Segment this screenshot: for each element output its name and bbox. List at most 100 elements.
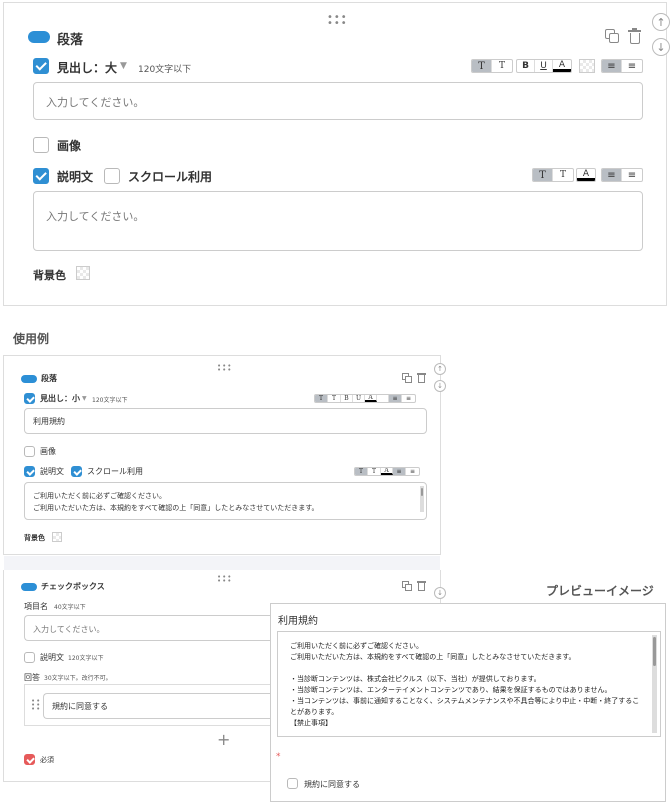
scroll-checkbox[interactable] [104,168,120,184]
required-mark: * [276,752,281,762]
description-label: 説明文 [40,467,64,476]
bg-swatch-button[interactable] [579,59,595,73]
textarea-line-1: ご利用いただく前に必ずご確認ください。 [33,492,166,500]
preview-scrollbar[interactable] [652,635,657,733]
align-toolbar: ≡ ≡ [601,59,643,73]
desc-align-toolbar: ≡ ≡ [601,168,643,182]
preview-text: ご利用いただく前に必ずご確認ください。 ご利用いただいた方は、本規約をすべて確認… [290,641,645,729]
description-textarea[interactable]: 入力してください。 [33,191,643,251]
trash-icon[interactable] [417,580,426,591]
answer-row: •• •• •• 規約に同意する [24,684,275,726]
preview-line: ご利用いただく前に必ずご確認ください。 [290,642,423,650]
preview-title: プレビューイメージ [546,584,654,598]
heading-checkbox[interactable] [33,58,49,74]
required-checkbox[interactable] [24,754,35,765]
align-left-button[interactable]: ≡ [393,468,406,475]
copy-icon[interactable] [402,373,412,383]
move-up-icon[interactable]: ↑ [652,13,670,31]
move-down-icon[interactable]: ↓ [652,38,670,56]
preview-line [290,663,645,674]
image-checkbox[interactable] [33,137,49,153]
text-color-button[interactable]: A [381,468,393,475]
description-checkbox[interactable] [24,652,35,663]
image-label: 画像 [40,447,56,456]
description-checkbox[interactable] [24,466,35,477]
underline-button[interactable]: U [353,395,365,402]
scroll-checkbox[interactable] [71,466,82,477]
chevron-down-icon[interactable]: ▼ [120,61,127,71]
preview-line: ご利用いただいた方は、本規約をすべて確認の上「同意」したとみなさせていただきます… [290,653,576,661]
description-limit: 120文字以下 [68,655,104,662]
description-textarea[interactable]: ご利用いただく前に必ずご確認ください。 ご利用いただいた方は、本規約をすべて確認… [24,482,427,520]
trash-icon[interactable] [417,372,426,383]
section-toggle[interactable] [21,583,37,591]
heading-label: 見出し：小 [40,394,80,403]
bg-color-label: 背景色 [33,269,66,282]
trash-icon[interactable] [628,28,641,44]
scroll-label: スクロール利用 [87,467,143,476]
chevron-down-icon[interactable]: ▼ [82,395,87,402]
bold-button[interactable]: B [341,395,353,402]
preview-content-box[interactable]: ご利用いただく前に必ずご確認ください。 ご利用いただいた方は、本規約をすべて確認… [277,631,661,737]
description-label: 説明文 [40,653,64,662]
move-up-icon[interactable]: ↑ [434,363,446,375]
row-drag-icon[interactable]: •• •• •• [31,698,41,713]
preview-line: ・当コンテンツは、事前に通知することなく、システムメンテナンスや不具合等により中… [290,697,640,716]
align-center-button[interactable]: ≡ [406,468,419,475]
agree-label: 規約に同意する [304,780,360,789]
desc-text-color-button[interactable]: A [577,169,595,181]
move-down-icon[interactable]: ↓ [434,587,446,599]
section-toggle[interactable] [21,375,37,383]
answer-label: 回答 [24,673,40,682]
font-large-button[interactable]: T [472,60,492,72]
usage-title: 使用例 [13,332,50,346]
answer-input[interactable]: 規約に同意する [43,693,275,719]
underline-button[interactable]: U [535,60,553,72]
heading-limit-note: 120文字以下 [92,397,128,404]
desc-align-left-button[interactable]: ≡ [602,169,622,181]
usage-paragraph-panel: ••• ••• 段落 ↑ ↓ 見出し：小 ▼ 120文字以下 T T B U A … [3,355,446,555]
text-color-button[interactable]: A [365,395,377,402]
image-checkbox[interactable] [24,446,35,457]
add-answer-button[interactable]: + [217,730,230,749]
agree-checkbox[interactable] [287,778,298,789]
heading-format-toolbar: T T [471,59,513,73]
required-label: 必須 [40,756,54,764]
desc-font-small-button[interactable]: T [553,169,573,181]
font-small-button[interactable]: T [368,468,381,475]
heading-input[interactable]: 利用規約 [24,408,427,434]
desc-font-large-button[interactable]: T [533,169,553,181]
copy-icon[interactable] [605,29,619,43]
font-small-button[interactable]: T [328,395,341,402]
drag-handle-icon[interactable]: ••• ••• [217,363,232,374]
heading-label: 見出し：大 [57,61,118,75]
font-large-button[interactable]: T [355,468,368,475]
preview-line: ・当診断コンテンツは、エンターテイメントコンテンツであり、結果を保証するものでは… [290,686,612,694]
align-center-button[interactable]: ≡ [402,395,415,402]
move-down-icon[interactable]: ↓ [434,380,446,392]
section-label: チェックボックス [41,582,105,591]
section-toggle[interactable] [28,31,50,43]
textarea-scrollbar[interactable] [420,486,424,512]
item-name-input[interactable]: 入力してください。 [24,615,274,641]
align-left-button[interactable]: ≡ [602,60,622,72]
copy-icon[interactable] [402,581,412,591]
heading-input[interactable]: 入力してください。 [33,82,643,120]
align-left-button[interactable]: ≡ [389,395,402,402]
align-center-button[interactable]: ≡ [622,60,642,72]
desc-align-center-button[interactable]: ≡ [622,169,642,181]
description-checkbox[interactable] [33,168,49,184]
drag-handle-icon[interactable]: ••• ••• [327,13,348,29]
text-color-button[interactable]: A [553,60,571,72]
bg-swatch-button[interactable] [377,395,389,402]
heading-checkbox[interactable] [24,393,35,404]
bold-button[interactable]: B [517,60,535,72]
font-small-button[interactable]: T [492,60,512,72]
bg-color-swatch[interactable] [76,266,90,280]
drag-handle-icon[interactable]: ••• ••• [217,574,232,585]
image-label: 画像 [57,139,82,153]
bg-color-swatch[interactable] [52,532,62,542]
desc-color-toolbar: A [576,168,596,182]
description-label: 説明文 [57,170,94,184]
font-large-button[interactable]: T [315,395,328,402]
